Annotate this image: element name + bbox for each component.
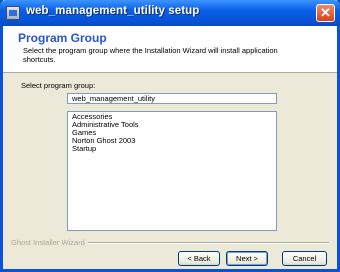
page-title: Program Group	[18, 31, 107, 45]
wizard-header: Program Group Select the program group w…	[3, 26, 337, 73]
next-button[interactable]: Next >	[226, 251, 268, 266]
list-item[interactable]: Norton Ghost 2003	[72, 137, 272, 145]
program-group-input[interactable]: web_management_utility	[67, 93, 277, 104]
close-button[interactable]: ✕	[316, 4, 335, 22]
setup-window: web_management_utility setup ✕ Program G…	[0, 0, 340, 272]
close-icon: ✕	[320, 5, 331, 20]
window-title: web_management_utility setup	[26, 5, 200, 17]
back-button[interactable]: < Back	[178, 251, 220, 266]
app-icon	[6, 6, 20, 20]
list-item[interactable]: Startup	[72, 145, 272, 153]
program-group-label: Select program group:	[21, 81, 96, 90]
title-bar[interactable]: web_management_utility setup ✕	[0, 0, 340, 26]
wizard-brand-label: Ghost Installer Wizard	[11, 238, 88, 247]
cancel-button[interactable]: Cancel	[282, 251, 327, 266]
list-item[interactable]: Administrative Tools	[72, 121, 272, 129]
program-group-list[interactable]: Accessories Administrative Tools Games N…	[67, 111, 277, 231]
page-description: Select the program group where the Insta…	[23, 46, 278, 64]
